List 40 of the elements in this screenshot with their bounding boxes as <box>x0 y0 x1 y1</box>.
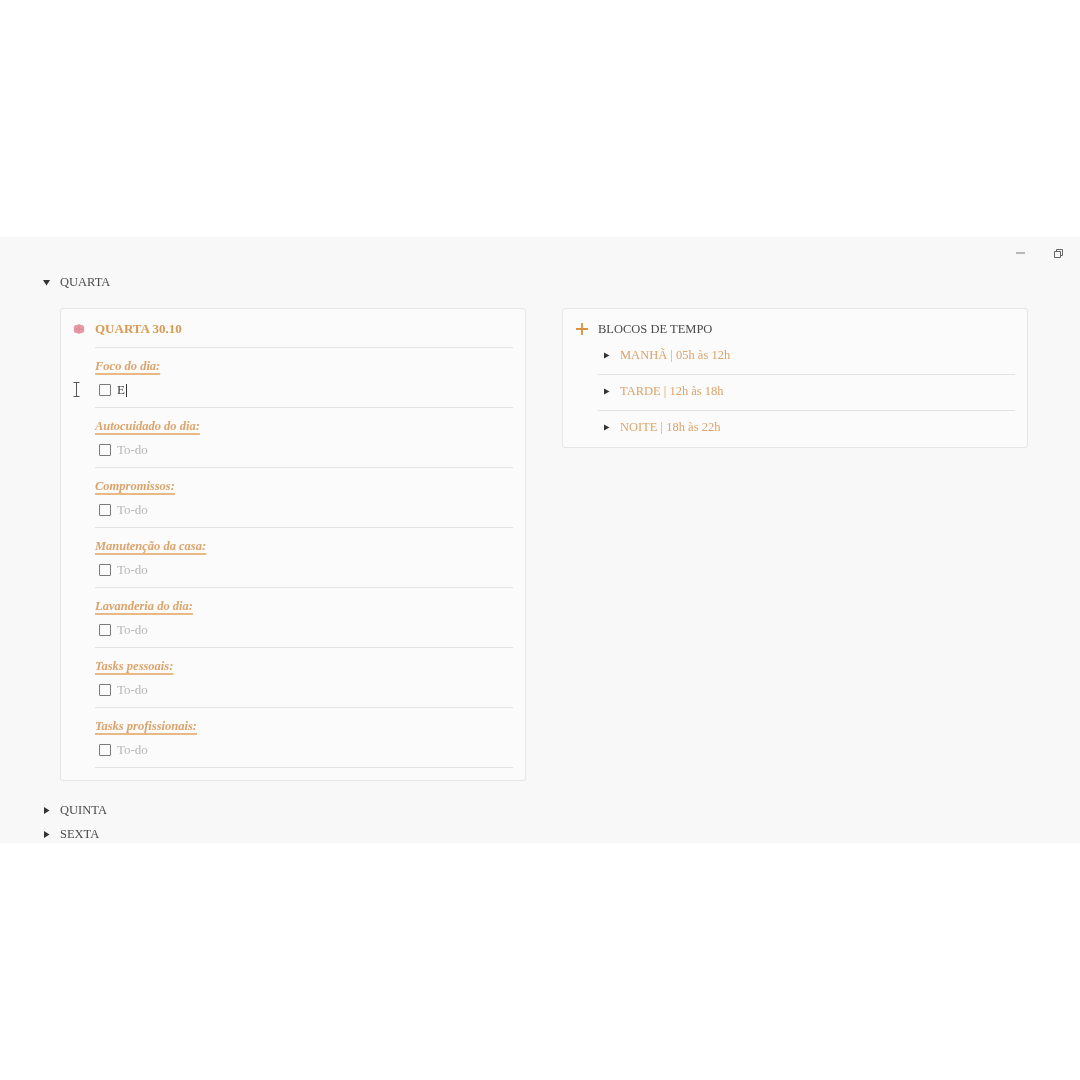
todo-input-field[interactable]: E <box>117 381 127 399</box>
section-heading: Manutenção da casa: <box>95 538 207 555</box>
time-block-label: MANHÃ | 05h às 12h <box>620 347 731 364</box>
triangle-right-icon[interactable] <box>43 830 50 838</box>
section-heading: Tasks pessoais: <box>95 658 174 675</box>
triangle-right-icon[interactable] <box>43 806 50 814</box>
todo-input-field[interactable]: To-do <box>117 561 148 579</box>
section-heading: Autocuidado do dia: <box>95 418 200 435</box>
time-block-label: TARDE | 12h às 18h <box>620 383 724 400</box>
triangle-down-icon[interactable] <box>43 278 50 286</box>
restore-icon <box>1053 248 1063 258</box>
ibeam-cursor-icon <box>73 382 80 397</box>
todo-input-field[interactable]: To-do <box>117 741 148 759</box>
checkbox[interactable] <box>99 444 111 456</box>
section-heading: Tasks profissionais: <box>95 718 197 735</box>
minimize-icon <box>1015 252 1025 254</box>
card-title: QUARTA 30.10 <box>95 319 513 348</box>
checkbox[interactable] <box>99 564 111 576</box>
checkbox[interactable] <box>99 744 111 756</box>
todo-input-field[interactable]: To-do <box>117 621 148 639</box>
plus-icon <box>576 323 588 335</box>
toggle-label: SEXTA <box>60 826 100 843</box>
triangle-right-icon[interactable] <box>603 351 610 359</box>
card-title: BLOCOS DE TEMPO <box>598 321 714 338</box>
triangle-right-icon[interactable] <box>603 423 610 431</box>
time-block-label: NOITE | 18h às 22h <box>620 419 721 436</box>
triangle-right-icon[interactable] <box>603 387 610 395</box>
section-heading: Compromissos: <box>95 478 175 495</box>
checkbox[interactable] <box>99 684 111 696</box>
toggle-label: QUINTA <box>60 802 107 819</box>
section-heading: Lavanderia do dia: <box>95 598 193 615</box>
checkbox[interactable] <box>99 504 111 516</box>
checkbox[interactable] <box>99 384 111 396</box>
todo-input-field[interactable]: To-do <box>117 501 148 519</box>
todo-input-field[interactable]: To-do <box>117 681 148 699</box>
todo-input-field[interactable]: To-do <box>117 441 148 459</box>
brain-icon <box>73 324 85 334</box>
checkbox[interactable] <box>99 624 111 636</box>
section-heading: Foco do dia: <box>95 358 161 375</box>
toggle-label: QUARTA <box>60 274 111 291</box>
